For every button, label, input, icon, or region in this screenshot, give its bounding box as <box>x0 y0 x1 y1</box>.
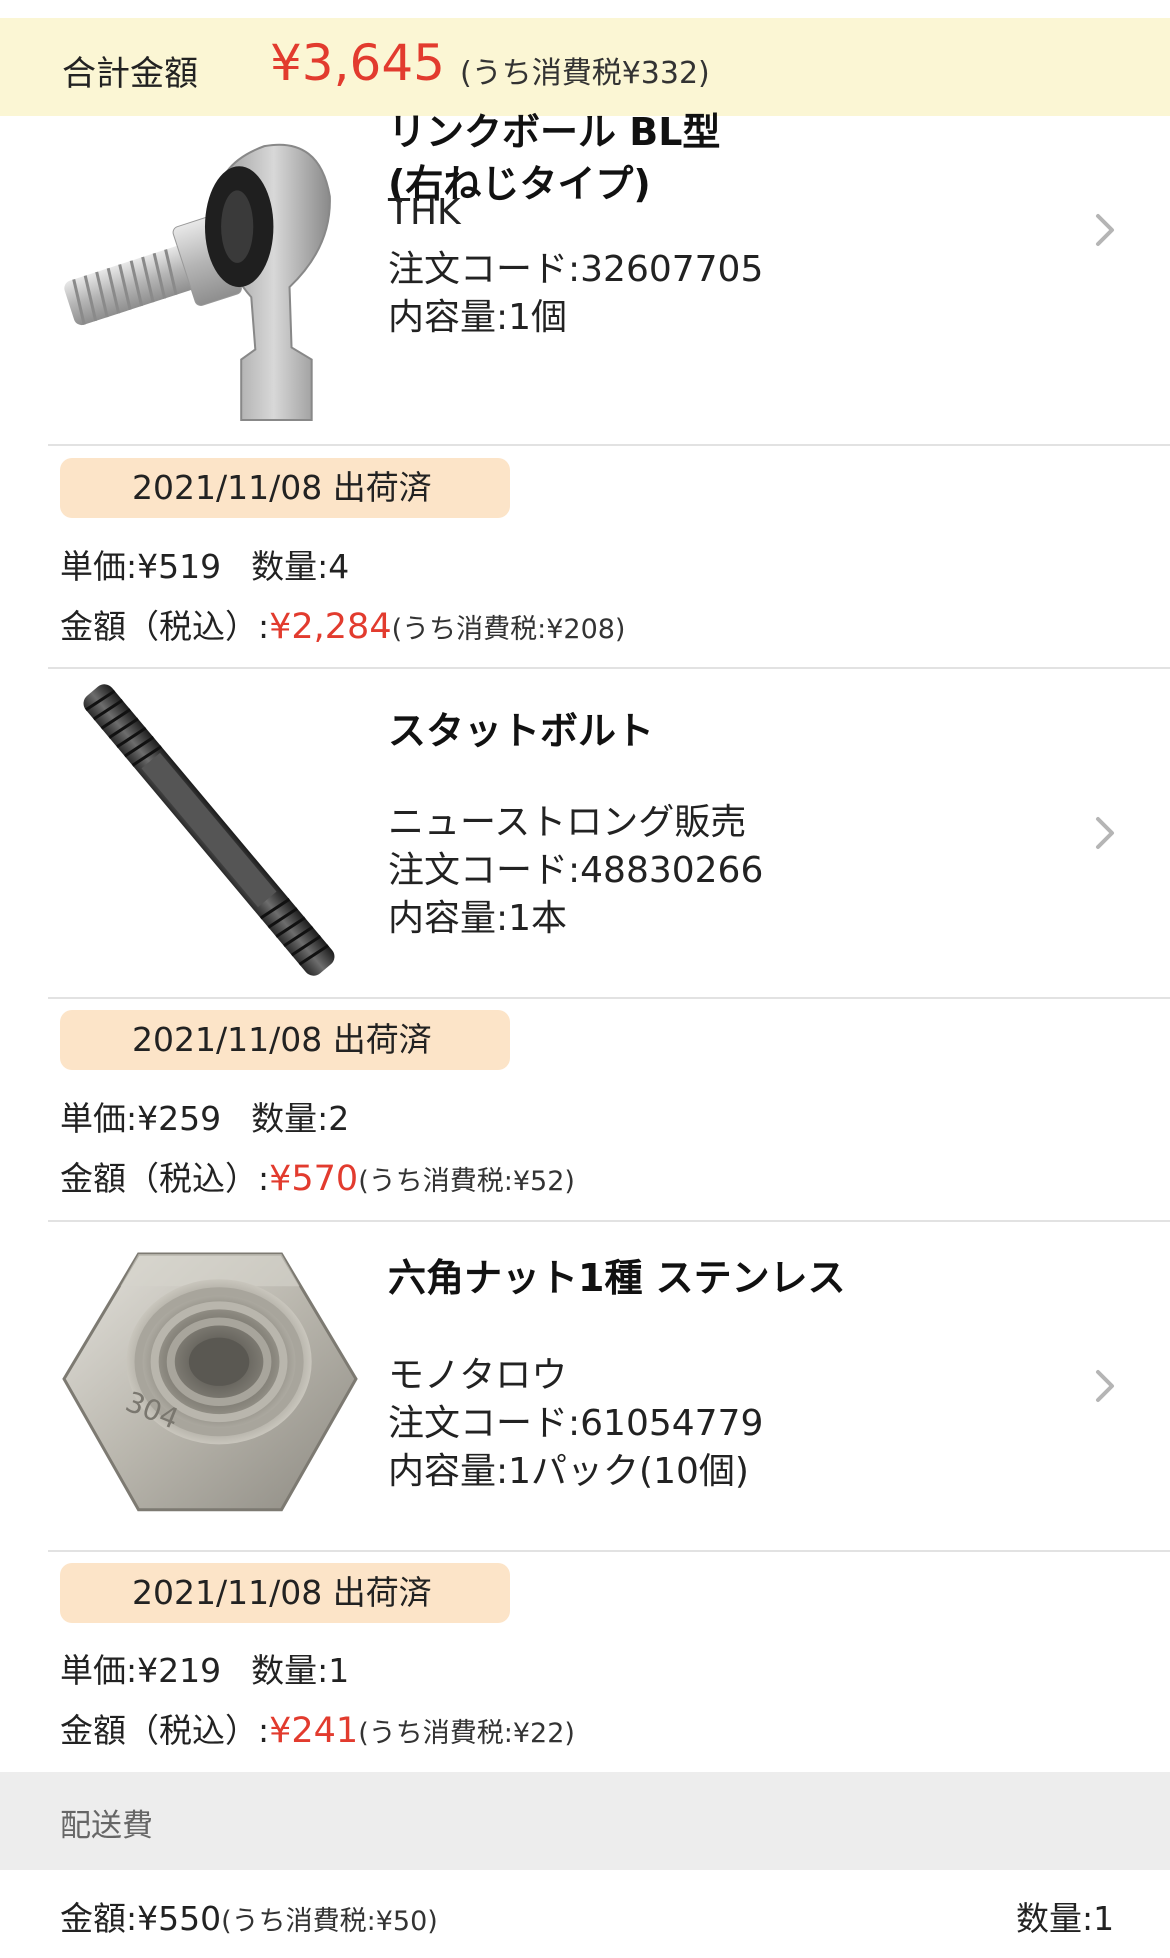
quantity: 数量:1 <box>251 1651 350 1690</box>
shipping-status-badge: 2021/11/08 出荷済 <box>60 1010 510 1070</box>
amount-value: ¥570 <box>269 1159 359 1199</box>
product-code: 注文コード:48830266 <box>388 850 764 891</box>
product-code: 注文コード:61054779 <box>388 1403 764 1444</box>
amount-tax: (うち消費税:¥52) <box>358 1166 575 1197</box>
unit-price: 単価:¥259 <box>60 1099 222 1138</box>
order-item[interactable]: スタットボルト ニューストロング販売 注文コード:48830266 内容量:1本 <box>0 669 1170 999</box>
order-item[interactable]: 304 六角ナット1種 ステンレス モノタロウ 注文コード:61054779 内… <box>0 1222 1170 1552</box>
product-maker: THK <box>388 192 461 233</box>
shipping-status-badge: 2021/11/08 出荷済 <box>60 458 510 518</box>
total-label: 合計金額 <box>62 54 198 94</box>
shipping-amount-tax: (うち消費税:¥50) <box>221 1906 438 1937</box>
quantity: 数量:2 <box>251 1099 350 1138</box>
shipping-amount: 金額:¥550 <box>60 1899 222 1938</box>
amount-line: 金額（税込）:¥241(うち消費税:¥22) <box>60 1704 575 1752</box>
order-item[interactable]: リンクボール BL型 (右ねじタイプ) THK 注文コード:32607705 内… <box>0 110 1170 446</box>
product-title-line1: リンクボール BL型 <box>388 110 721 154</box>
shipping-status-badge: 2021/11/08 出荷済 <box>60 1563 510 1623</box>
product-maker: ニューストロング販売 <box>388 802 747 843</box>
product-maker: モノタロウ <box>388 1355 568 1396</box>
shipping-fee-header: 配送費 <box>0 1772 1170 1870</box>
amount-tax: (うち消費税:¥208) <box>391 614 626 645</box>
amount-label: 金額（税込）: <box>60 607 270 646</box>
price-quantity-line: 単価:¥259 数量:2 <box>60 1092 349 1140</box>
top-strip <box>0 0 1170 18</box>
order-total-bar: 合計金額 ¥3,645 (うち消費税¥332) <box>0 18 1170 116</box>
chevron-right-icon[interactable] <box>1094 1366 1118 1406</box>
rod-end-image <box>64 143 331 421</box>
amount-label: 金額（税込）: <box>60 1159 270 1198</box>
divider <box>48 444 1170 446</box>
unit-price: 単価:¥519 <box>60 547 222 586</box>
total-tax: (うち消費税¥332) <box>460 56 710 91</box>
hex-nut-image: 304 <box>62 1252 358 1512</box>
unit-price: 単価:¥219 <box>60 1651 222 1690</box>
product-content: 内容量:1個 <box>388 297 568 338</box>
product-content: 内容量:1本 <box>388 898 568 939</box>
divider <box>48 1550 1170 1552</box>
product-content: 内容量:1パック(10個) <box>388 1451 749 1492</box>
total-amount: ¥3,645 <box>270 34 445 92</box>
shipping-amount-line: 金額:¥550(うち消費税:¥50) <box>60 1892 438 1940</box>
product-title: スタットボルト <box>388 709 655 753</box>
chevron-right-icon[interactable] <box>1094 210 1118 250</box>
divider <box>48 997 1170 999</box>
price-quantity-line: 単価:¥519 数量:4 <box>60 540 349 588</box>
price-quantity-line: 単価:¥219 数量:1 <box>60 1644 349 1692</box>
amount-value: ¥241 <box>269 1711 359 1751</box>
amount-value: ¥2,284 <box>269 607 392 647</box>
amount-line: 金額（税込）:¥570(うち消費税:¥52) <box>60 1152 575 1200</box>
chevron-right-icon[interactable] <box>1094 813 1118 853</box>
product-code: 注文コード:32607705 <box>388 249 764 290</box>
amount-tax: (うち消費税:¥22) <box>358 1718 575 1749</box>
amount-line: 金額（税込）:¥2,284(うち消費税:¥208) <box>60 600 625 648</box>
stud-bolt-image <box>83 684 335 976</box>
quantity: 数量:4 <box>251 547 350 586</box>
amount-label: 金額（税込）: <box>60 1711 270 1750</box>
product-title: 六角ナット1種 ステンレス <box>388 1256 846 1300</box>
shipping-quantity: 数量:1 <box>1016 1899 1115 1938</box>
shipping-fee-label: 配送費 <box>60 1808 153 1844</box>
